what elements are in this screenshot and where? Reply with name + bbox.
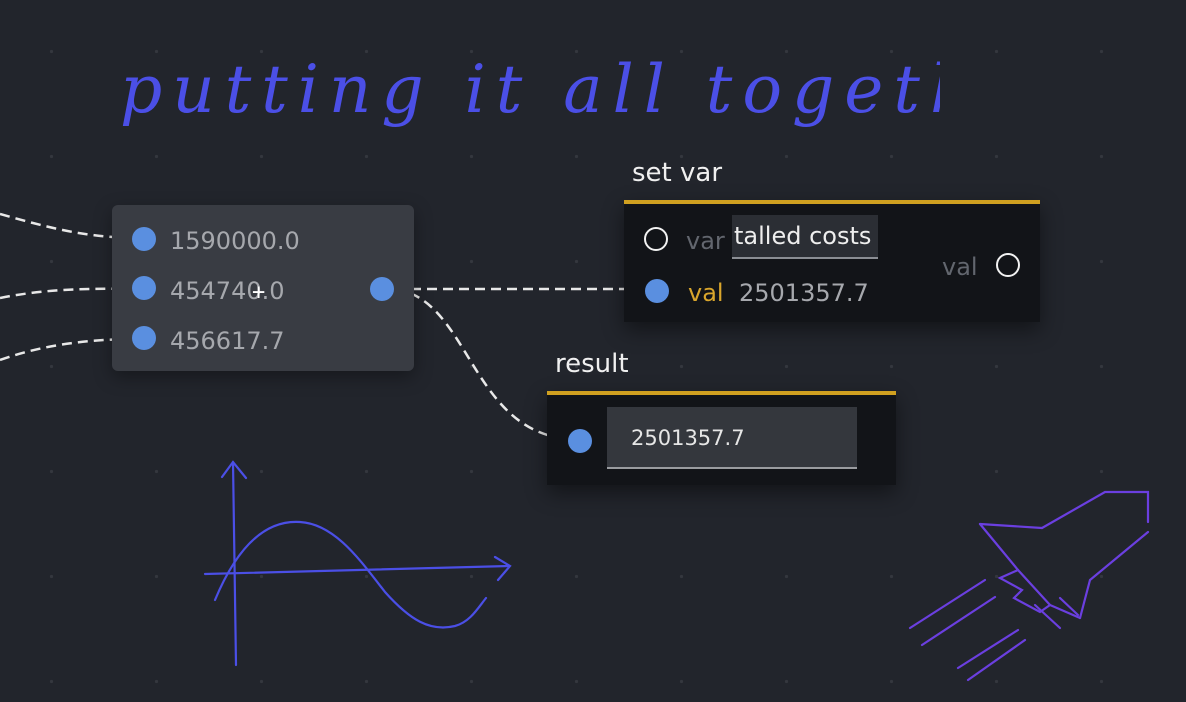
sketch-layer bbox=[203, 460, 1150, 682]
rocket-sketch-icon bbox=[908, 490, 1150, 682]
sine-graph-sketch-icon bbox=[203, 460, 512, 667]
